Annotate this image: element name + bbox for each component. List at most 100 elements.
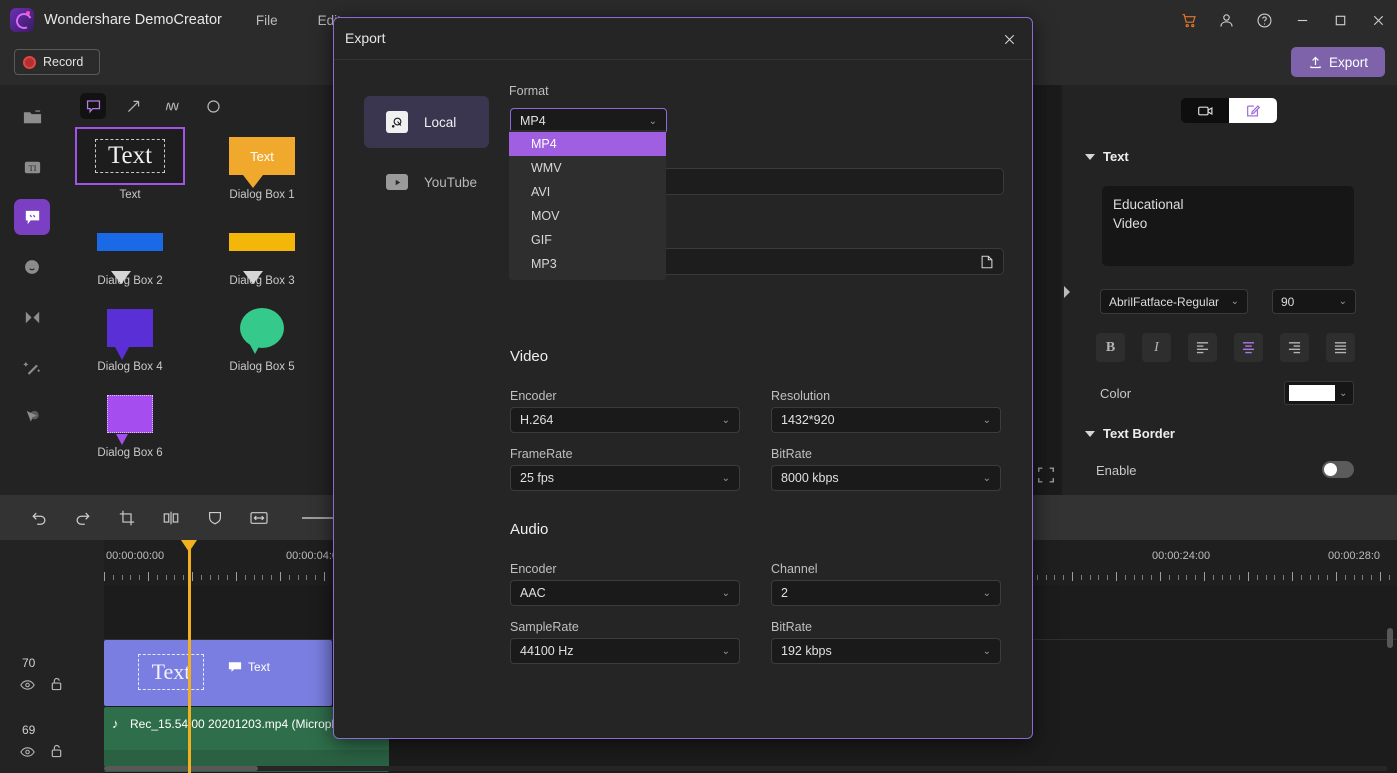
audio-encoder-select[interactable]: AAC ⌄: [510, 580, 740, 606]
rail-transition-icon[interactable]: [14, 299, 50, 335]
audio-bitrate-select[interactable]: 192 kbps ⌄: [771, 638, 1001, 664]
undo-icon[interactable]: [24, 503, 54, 533]
clip-caption-label: Text: [248, 660, 270, 674]
tab-local[interactable]: Local: [364, 96, 489, 148]
folder-icon[interactable]: [979, 254, 995, 275]
playhead[interactable]: [188, 540, 191, 773]
dialog-header: Export: [334, 18, 1032, 60]
fullscreen-icon[interactable]: [1036, 465, 1058, 487]
audio-channel-label: Channel: [771, 562, 818, 576]
format-dropdown-list[interactable]: MP4 WMV AVI MOV GIF MP3: [509, 130, 666, 280]
record-button[interactable]: Record: [14, 49, 100, 75]
minimize-icon[interactable]: [1291, 9, 1313, 31]
ruler-tick: [1257, 575, 1258, 580]
panel-collapse-arrow-icon[interactable]: [1062, 283, 1072, 301]
chevron-down-icon: ⌄: [983, 646, 991, 657]
arrow-icon[interactable]: [120, 93, 146, 119]
format-option-wmv[interactable]: WMV: [509, 156, 666, 180]
text-section-header[interactable]: Text: [1085, 149, 1129, 164]
close-icon[interactable]: [1367, 9, 1389, 31]
enable-toggle[interactable]: [1322, 461, 1354, 478]
audio-channel-select[interactable]: 2 ⌄: [771, 580, 1001, 606]
ruler-tick: [271, 575, 272, 580]
library-item-dialog-box-3[interactable]: Dialog Box 3: [204, 211, 320, 287]
text-border-section-header[interactable]: Text Border: [1085, 426, 1175, 441]
tab-youtube[interactable]: YouTube: [364, 156, 489, 208]
audio-samplerate-select[interactable]: 44100 Hz ⌄: [510, 638, 740, 664]
lock-icon[interactable]: [50, 677, 63, 696]
library-item-dialog-box-1[interactable]: Text Dialog Box 1: [204, 125, 320, 201]
callout-icon[interactable]: [80, 93, 106, 119]
rail-sticker-icon[interactable]: [14, 249, 50, 285]
library-item-dialog-box-6[interactable]: Dialog Box 6: [72, 383, 188, 459]
chevron-down-icon: ⌄: [1339, 388, 1347, 399]
eye-icon[interactable]: [20, 745, 35, 763]
account-icon[interactable]: [1215, 9, 1237, 31]
library-item-thumb: [204, 297, 320, 359]
rail-callout-icon[interactable]: [14, 199, 50, 235]
export-button-main[interactable]: Export: [1291, 47, 1385, 77]
ruler-tick: [1327, 575, 1328, 580]
bubble-shape-icon: Text: [229, 137, 295, 175]
rail-title-icon[interactable]: TI: [14, 149, 50, 185]
align-left-icon[interactable]: [1188, 333, 1217, 362]
rail-folder-icon[interactable]: [14, 99, 50, 135]
text-section-label: Text: [1103, 149, 1129, 164]
eye-icon[interactable]: [20, 678, 35, 696]
italic-icon[interactable]: I: [1142, 333, 1171, 362]
split-icon[interactable]: [156, 503, 186, 533]
video-encoder-label: Encoder: [510, 389, 557, 403]
video-bitrate-select[interactable]: 8000 kbps ⌄: [771, 465, 1001, 491]
ruler-tick: [1081, 575, 1082, 580]
horizontal-scrollbar[interactable]: [104, 766, 1387, 771]
camera-icon[interactable]: [1181, 98, 1229, 123]
help-icon[interactable]: [1253, 9, 1275, 31]
shield-icon[interactable]: [200, 503, 230, 533]
rail-effects-icon[interactable]: [14, 349, 50, 385]
lock-icon[interactable]: [50, 744, 63, 763]
format-option-mov[interactable]: MOV: [509, 204, 666, 228]
rail-cursor-icon[interactable]: [14, 399, 50, 435]
vertical-scrollbar[interactable]: [1387, 628, 1393, 648]
font-size-select[interactable]: 90 ⌄: [1272, 289, 1356, 314]
scrollbar-thumb[interactable]: [104, 766, 258, 771]
video-framerate-select[interactable]: 25 fps ⌄: [510, 465, 740, 491]
chevron-down-icon: ⌄: [983, 473, 991, 484]
edit-icon[interactable]: [1229, 98, 1277, 123]
format-option-avi[interactable]: AVI: [509, 180, 666, 204]
ruler-tick: [1046, 575, 1047, 580]
align-justify-icon[interactable]: [1326, 333, 1355, 362]
ruler-tick: [1318, 575, 1319, 580]
library-item-dialog-box-5[interactable]: Dialog Box 5: [204, 297, 320, 373]
text-content-input[interactable]: Educational Video: [1102, 186, 1354, 266]
menu-item-file[interactable]: File: [256, 13, 278, 28]
font-family-select[interactable]: AbrilFatface-Regular ⌄: [1100, 289, 1248, 314]
maximize-icon[interactable]: [1329, 9, 1351, 31]
bold-icon[interactable]: B: [1096, 333, 1125, 362]
align-right-icon[interactable]: [1280, 333, 1309, 362]
circle-icon[interactable]: [200, 93, 226, 119]
close-icon[interactable]: [998, 28, 1020, 50]
video-encoder-select[interactable]: H.264 ⌄: [510, 407, 740, 433]
crop-icon[interactable]: [112, 503, 142, 533]
library-item-text[interactable]: Text Text: [72, 125, 188, 201]
ruler-tick: [1186, 575, 1187, 580]
align-center-icon[interactable]: [1234, 333, 1263, 362]
redo-icon[interactable]: [68, 503, 98, 533]
format-option-mp3[interactable]: MP3: [509, 252, 666, 276]
wave-icon[interactable]: [160, 93, 186, 119]
format-option-mp4[interactable]: MP4: [509, 132, 666, 156]
audio-encoder-label: Encoder: [510, 562, 557, 576]
video-resolution-select[interactable]: 1432*920 ⌄: [771, 407, 1001, 433]
format-option-gif[interactable]: GIF: [509, 228, 666, 252]
panel-mode-toggle[interactable]: [1181, 98, 1277, 123]
fit-icon[interactable]: [244, 503, 274, 533]
timeline-clip-text[interactable]: Text Text: [104, 640, 332, 706]
tab-youtube-label: YouTube: [424, 175, 477, 190]
color-picker[interactable]: ⌄: [1284, 381, 1354, 405]
library-item-dialog-box-2[interactable]: Dialog Box 2: [72, 211, 188, 287]
library-item-dialog-box-4[interactable]: Dialog Box 4: [72, 297, 188, 373]
app-logo-icon: [10, 8, 34, 32]
cart-icon[interactable]: [1177, 9, 1199, 31]
ruler-tick: [1037, 575, 1038, 580]
